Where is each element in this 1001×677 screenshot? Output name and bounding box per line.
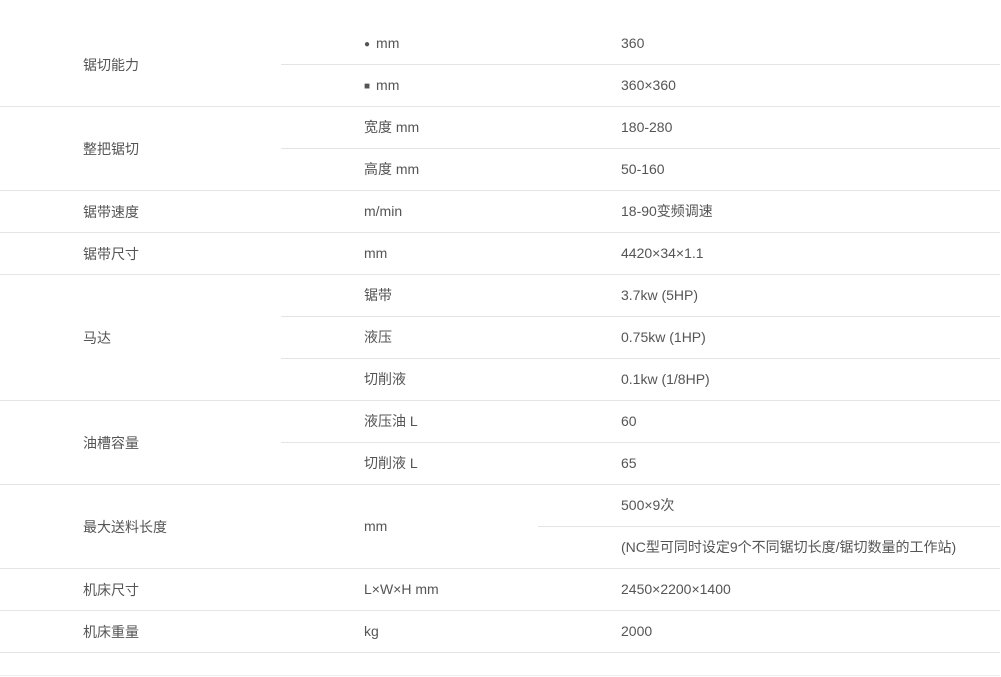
- param-label: 切削液: [364, 371, 406, 387]
- spec-table: 锯切能力 ● mm 360 ■ mm 360×360 整把锯切 宽度 mm 180-…: [0, 23, 1000, 653]
- group-label: 锯切能力: [83, 56, 139, 73]
- spec-group-band-size: 锯带尺寸 mm 4420×34×1.1: [0, 233, 1000, 275]
- param-label: 锯带: [364, 287, 392, 303]
- value-stack: 500×9次 (NC型可同时设定9个不同锯切长度/锯切数量的工作站): [538, 485, 1000, 568]
- group-label: 最大送料长度: [83, 518, 167, 535]
- spec-row: 高度 mm 50-160: [281, 148, 1000, 190]
- param-label: kg: [364, 623, 379, 639]
- bottom-divider: [0, 675, 1000, 676]
- square-icon: ■: [364, 81, 371, 92]
- spec-row: 液压油 L 60: [281, 401, 1000, 442]
- spec-value: 500×9次: [621, 497, 675, 513]
- group-label: 锯带尺寸: [83, 245, 139, 262]
- group-label: 油槽容量: [83, 434, 139, 451]
- spec-row: L×W×H mm 2450×2200×1400: [281, 569, 1000, 610]
- spec-value: 2000: [621, 623, 653, 639]
- spec-group-motor: 马达 锯带 3.7kw (5HP) 液压 0.75kw (1HP) 切削液 0.…: [0, 275, 1000, 401]
- spec-group-band-speed: 锯带速度 m/min 18-90变频调速: [0, 191, 1000, 233]
- spec-group-cutting-capacity: 锯切能力 ● mm 360 ■ mm 360×360: [0, 23, 1000, 107]
- spec-value: 0.1kw (1/8HP): [621, 371, 710, 387]
- spec-group-bundle-cutting: 整把锯切 宽度 mm 180-280 高度 mm 50-160: [0, 107, 1000, 191]
- spec-row: 液压 0.75kw (1HP): [281, 316, 1000, 358]
- group-label: 机床尺寸: [83, 581, 139, 598]
- param-label: 液压油 L: [364, 413, 418, 429]
- group-label: 机床重量: [83, 623, 139, 640]
- param-label: 液压: [364, 329, 392, 345]
- spec-value: 50-160: [621, 161, 665, 177]
- spec-row: mm 500×9次 (NC型可同时设定9个不同锯切长度/锯切数量的工作站): [281, 485, 1000, 568]
- spec-group-machine-size: 机床尺寸 L×W×H mm 2450×2200×1400: [0, 569, 1000, 611]
- group-label: 整把锯切: [83, 140, 139, 157]
- spec-value: 3.7kw (5HP): [621, 287, 699, 303]
- param-label: mm: [376, 77, 400, 93]
- spec-row: 切削液 L 65: [281, 442, 1000, 484]
- param-label: 宽度 mm: [364, 119, 420, 135]
- spec-value: 360: [621, 35, 645, 51]
- param-label: L×W×H mm: [364, 581, 439, 597]
- spec-value: 60: [621, 413, 637, 429]
- spec-value: 2450×2200×1400: [621, 581, 731, 597]
- spec-value-note: (NC型可同时设定9个不同锯切长度/锯切数量的工作站): [538, 526, 1000, 568]
- spec-row: ■ mm 360×360: [281, 64, 1000, 106]
- spec-value: 18-90变频调速: [621, 203, 713, 219]
- spec-row: 锯带 3.7kw (5HP): [281, 275, 1000, 316]
- spec-row: kg 2000: [281, 611, 1000, 652]
- spec-value: 180-280: [621, 119, 673, 135]
- param-label: 高度 mm: [364, 161, 420, 177]
- spec-value: 65: [621, 455, 637, 471]
- param-label: 切削液 L: [364, 455, 418, 471]
- param-label: m/min: [364, 203, 403, 219]
- param-label: mm: [364, 245, 388, 261]
- spec-group-machine-weight: 机床重量 kg 2000: [0, 611, 1000, 653]
- spec-value: 0.75kw (1HP): [621, 329, 706, 345]
- spec-row: ● mm 360: [281, 23, 1000, 64]
- param-label: mm: [376, 35, 400, 51]
- spec-row: m/min 18-90变频调速: [281, 191, 1000, 232]
- spec-group-tank-capacity: 油槽容量 液压油 L 60 切削液 L 65: [0, 401, 1000, 485]
- spec-value: 4420×34×1.1: [621, 245, 704, 261]
- spec-row: 切削液 0.1kw (1/8HP): [281, 358, 1000, 400]
- group-label: 锯带速度: [83, 203, 139, 220]
- spec-value: 360×360: [621, 77, 676, 93]
- spec-row: 宽度 mm 180-280: [281, 107, 1000, 148]
- param-label: mm: [364, 518, 388, 534]
- group-label: 马达: [83, 329, 111, 346]
- circle-icon: ●: [364, 39, 371, 50]
- spec-group-max-feed-length: 最大送料长度 mm 500×9次 (NC型可同时设定9个不同锯切长度/锯切数量的…: [0, 485, 1000, 569]
- spec-row: mm 4420×34×1.1: [281, 233, 1000, 274]
